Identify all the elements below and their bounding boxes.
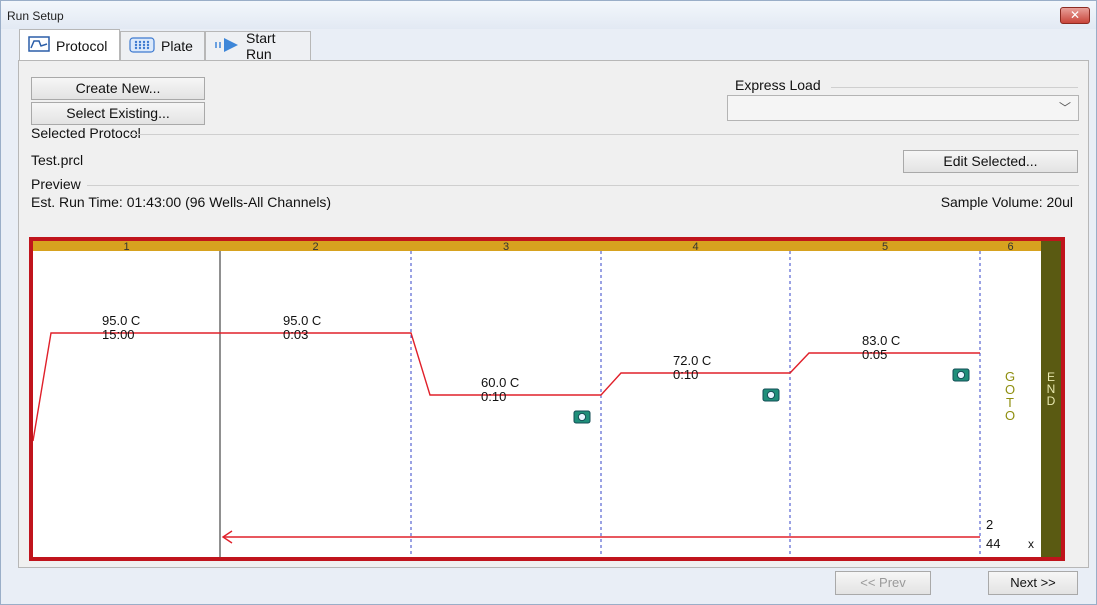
tab-plate-label: Plate [161,38,193,54]
sample-volume: Sample Volume: 20ul [940,194,1073,210]
step-temperature: 60.0 C [481,375,519,390]
plate-grid-icon [129,36,155,56]
step-hold-time: 0:10 [673,367,698,382]
tab-protocol[interactable]: Protocol [19,29,120,61]
next-button[interactable]: Next >> [988,571,1078,595]
step-number: 6 [1007,241,1013,253]
title-bar: Run Setup ✕ [1,1,1096,29]
preview-label: Preview [31,176,81,192]
tab-plate[interactable]: Plate [120,31,205,60]
window-title: Run Setup [7,9,64,23]
step-temperature: 72.0 C [673,353,711,368]
step-number: 1 [123,241,129,253]
selected-protocol-divider [131,134,1079,135]
end-letter: D [1047,394,1056,408]
edit-selected-button[interactable]: Edit Selected... [903,150,1078,173]
tab-start-run-label: Start Run [246,30,276,62]
close-button[interactable]: ✕ [1060,7,1090,24]
protocol-chart-svg: END1 2 3 4 5 695.0 C15:0095.0 C0:0360.0 C0:10… [33,241,1061,557]
run-setup-window: Run Setup ✕ Protocol Plate Start Run Cre… [0,0,1097,605]
step-number: 4 [692,241,698,253]
step-number: 2 [312,241,318,253]
protocol-preview-chart: E N D 1 2 3 4 5 6 95.0 C 15:00 95.0 C 0:03 60.0 C 0:10… [29,237,1065,561]
tab-start-run[interactable]: Start Run [205,30,311,62]
prev-button[interactable]: << Prev [835,571,931,595]
chevron-down-icon: ﹀ [1059,101,1072,115]
tab-protocol-label: Protocol [56,37,108,54]
selected-protocol-label: Selected Protocol [31,125,141,141]
step-hold-time: 15:00 [102,327,135,342]
goto-x-marker: x [1028,537,1034,551]
protocol-graph-icon [28,36,50,55]
step-temperature: 95.0 C [102,313,140,328]
camera-icon [952,368,970,382]
camera-icon [573,410,591,424]
express-load-divider [831,87,1078,88]
preview-divider [87,185,1079,186]
step-hold-time: 0:05 [862,347,887,362]
express-load-label: Express Load [735,77,821,93]
play-arrow-icon [214,36,240,57]
camera-icon [762,388,780,402]
goto-letter: O [1005,408,1015,423]
estimated-run-time: Est. Run Time: 01:43:00 (96 Wells-All Ch… [31,194,332,210]
step-number: 3 [503,241,509,253]
step-number: 5 [882,241,888,253]
step-header-bar [33,241,1041,251]
create-new-button[interactable]: Create New... [31,77,205,100]
goto-target-step: 2 [986,517,993,532]
protocol-file-name: Test.prcl [31,152,84,168]
step-hold-time: 0:10 [481,389,506,404]
express-load-select[interactable] [727,95,1079,121]
step-temperature: 95.0 C [283,313,321,328]
goto-repeat-count: 44 [986,536,1000,551]
step-temperature: 83.0 C [862,333,900,348]
select-existing-button[interactable]: Select Existing... [31,102,205,125]
step-hold-time: 0:03 [283,327,308,342]
